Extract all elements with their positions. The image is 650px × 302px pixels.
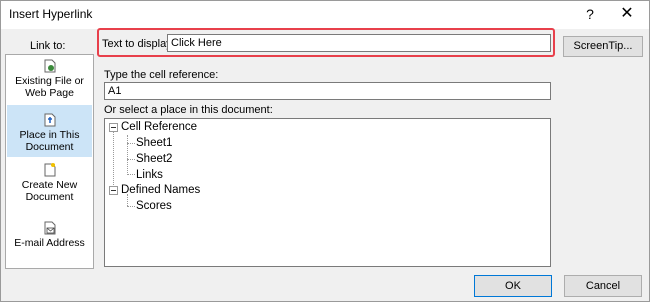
tree-group-defined-names[interactable]: Defined Names: [121, 183, 200, 197]
tree-connector: [113, 131, 114, 191]
text-to-display-input[interactable]: Click Here: [167, 34, 551, 52]
text-to-display-label: Text to display:: [102, 38, 175, 50]
sidebar-item-label: Document: [25, 191, 74, 203]
cell-reference-label: Type the cell reference:: [104, 69, 219, 81]
tree-item-scores[interactable]: Scores: [136, 199, 172, 213]
dialog-title: Insert Hyperlink: [9, 7, 93, 21]
tree-connector: [127, 143, 135, 144]
tree-connector: [127, 206, 135, 207]
sidebar-item-label: Document: [25, 141, 74, 153]
tree-item-links[interactable]: Links: [136, 168, 163, 182]
close-button[interactable]: ✕: [611, 3, 643, 25]
title-bar: Insert Hyperlink ? ✕: [1, 1, 649, 29]
web-page-icon: [44, 59, 55, 73]
help-button[interactable]: ?: [574, 3, 606, 25]
new-document-icon: [44, 163, 55, 177]
sidebar-item-label: Place in This: [19, 129, 80, 141]
sidebar-item-label: Existing File or: [15, 75, 84, 87]
sidebar-item-existing-file[interactable]: Existing File or Web Page: [7, 59, 92, 105]
sidebar-item-create-new-document[interactable]: Create New Document: [7, 163, 92, 209]
tree-connector: [127, 135, 128, 173]
sidebar-item-label: Create New: [21, 179, 78, 191]
email-icon: [44, 221, 55, 235]
collapse-icon[interactable]: [109, 123, 118, 132]
tree-group-cell-reference[interactable]: Cell Reference: [121, 120, 197, 134]
tree-connector: [127, 159, 135, 160]
insert-hyperlink-dialog: Insert Hyperlink ? ✕ Link to: Existing F…: [0, 0, 650, 302]
tree-item-sheet2[interactable]: Sheet2: [136, 152, 172, 166]
document-place-icon: [44, 113, 55, 127]
link-to-sidebar: Existing File or Web Page Place in This …: [5, 54, 94, 269]
place-in-document-label: Or select a place in this document:: [104, 104, 273, 116]
sidebar-item-place-in-document[interactable]: Place in This Document: [7, 105, 92, 157]
link-to-label: Link to:: [30, 40, 66, 52]
sidebar-item-label: Web Page: [25, 87, 74, 99]
sidebar-item-label: E-mail Address: [14, 237, 85, 249]
cancel-button[interactable]: Cancel: [564, 275, 642, 297]
tree-item-sheet1[interactable]: Sheet1: [136, 136, 172, 150]
ok-button[interactable]: OK: [474, 275, 552, 297]
sidebar-item-email-address[interactable]: E-mail Address: [7, 221, 92, 261]
cell-reference-input[interactable]: A1: [104, 82, 551, 100]
place-in-document-tree[interactable]: Cell Reference Sheet1 Sheet2 Links Defin…: [104, 118, 551, 267]
collapse-icon[interactable]: [109, 186, 118, 195]
screentip-button[interactable]: ScreenTip...: [563, 36, 643, 57]
tree-connector: [127, 174, 135, 175]
